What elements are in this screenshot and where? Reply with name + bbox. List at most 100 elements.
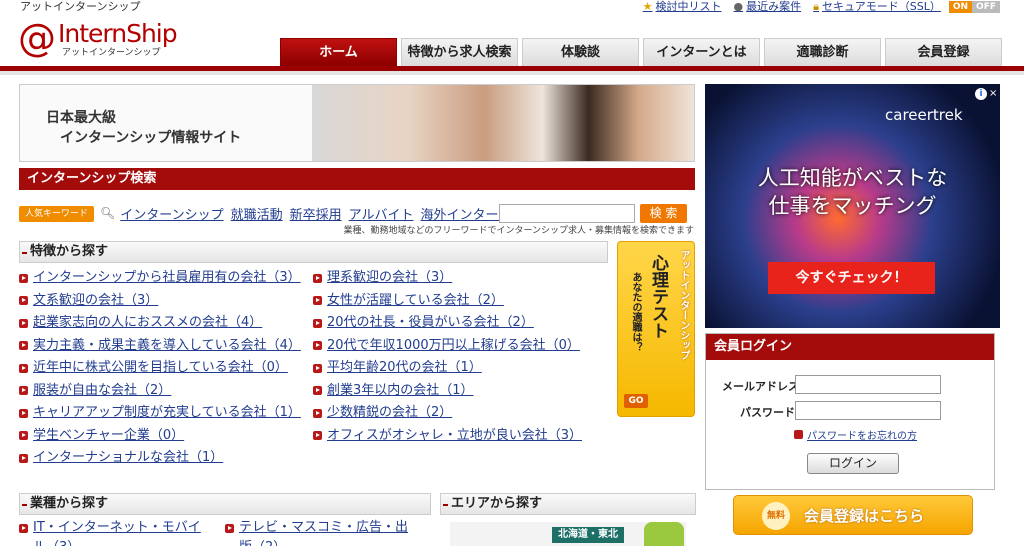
login-title: 会員ログイン xyxy=(706,334,994,360)
header-links: ★ 検討中リスト ● 最近み案件 🔒︎ セキュアモード（SSL） ON OFF xyxy=(631,0,1000,14)
login-button[interactable]: ログイン xyxy=(807,453,899,474)
list-item[interactable]: 平均年齢20代の会社（1） xyxy=(313,357,613,380)
ssl-off[interactable]: OFF xyxy=(972,1,1000,13)
list-item[interactable]: テレビ・マスコミ・広告・出 xyxy=(225,518,425,538)
list-item[interactable]: IT・インターネット・モバイ xyxy=(19,518,219,538)
list-item[interactable]: 服装が自由な会社（2） xyxy=(19,380,309,403)
list-item[interactable]: 実力主義・成果主義を導入している会社（4） xyxy=(19,335,309,358)
list-item[interactable]: 近年中に株式公開を目指している会社（0） xyxy=(19,357,309,380)
search-icon: 🔍︎ xyxy=(100,206,116,220)
nav-tab-register[interactable]: 会員登録 xyxy=(885,38,1002,66)
ssl-on[interactable]: ON xyxy=(948,1,973,13)
ad-brand: careertrek xyxy=(885,106,963,124)
signup-label: 会員登録はこちら xyxy=(804,507,925,525)
nav-tab-feature-search[interactable]: 特徴から求人検索 xyxy=(401,38,518,66)
bullet-arrow-icon xyxy=(313,408,322,418)
psych-test-banner[interactable]: アットインターンシップ 心理テスト あなたの適職は？ GO xyxy=(617,241,695,417)
list-item[interactable]: 理系歓迎の会社（3） xyxy=(313,267,613,290)
psych-title: 心理テスト xyxy=(648,254,668,339)
map-region-hokkaido[interactable] xyxy=(644,522,684,546)
bullet-arrow-icon xyxy=(313,318,322,328)
keyword-link[interactable]: 海外インターン xyxy=(421,204,511,223)
bullet-arrow-icon xyxy=(225,523,234,533)
list-item[interactable]: インターンシップから社員雇用有の会社（3） xyxy=(19,267,309,290)
bullet-arrow-icon xyxy=(794,430,803,439)
ad-headline: 人工知能がベストな 仕事をマッチング xyxy=(757,166,948,218)
area-heading: エリアから探す xyxy=(440,493,696,515)
header-shadow xyxy=(0,71,1024,75)
list-item[interactable]: インターナショナルな会社（1） xyxy=(19,447,309,470)
nav-tab-aptitude[interactable]: 適職診断 xyxy=(764,38,881,66)
list-item[interactable]: 女性が活躍している会社（2） xyxy=(313,290,613,313)
psych-subtitle: あなたの適職は？ xyxy=(630,272,641,352)
signup-button[interactable]: 無料 会員登録はこちら xyxy=(733,495,973,535)
nav-tab-about-intern[interactable]: インターンとは xyxy=(643,38,760,66)
logo-name: InternShip xyxy=(58,19,178,48)
list-item[interactable]: 20代の社長・役員がいる会社（2） xyxy=(313,312,613,335)
list-item-wrap[interactable]: 版（2） xyxy=(225,538,425,546)
bullet-arrow-icon xyxy=(19,363,28,373)
bullet-arrow-icon xyxy=(19,408,28,418)
password-label: パスワード xyxy=(740,406,795,419)
bullet-arrow-icon xyxy=(19,273,28,283)
keyword-link[interactable]: アルバイト xyxy=(349,204,414,223)
email-field[interactable] xyxy=(795,375,941,394)
keyword-link[interactable]: 新卒採用 xyxy=(290,204,342,223)
list-item[interactable]: 文系歓迎の会社（3） xyxy=(19,290,309,313)
industry-list-right: テレビ・マスコミ・広告・出 版（2） xyxy=(225,518,425,546)
ad-close-icon[interactable]: × xyxy=(989,88,999,100)
password-field[interactable] xyxy=(795,401,941,420)
industry-heading: 業種から探す xyxy=(19,493,431,515)
banner-line-2: インターンシップ情報サイト xyxy=(60,130,242,146)
bullet-arrow-icon xyxy=(19,318,28,328)
search-button[interactable]: 検 索 xyxy=(640,204,687,223)
list-item[interactable]: 創業3年以内の会社（1） xyxy=(313,380,613,403)
list-item[interactable]: 学生ベンチャー企業（0） xyxy=(19,425,309,448)
industry-list-left: IT・インターネット・モバイ ル（3） xyxy=(19,518,219,546)
list-item[interactable]: 20代で年収1000万円以上稼げる会社（0） xyxy=(313,335,613,358)
star-icon: ★ xyxy=(642,0,653,13)
psych-brand: アットインターンシップ xyxy=(678,250,689,360)
keyword-link[interactable]: 就職活動 xyxy=(231,204,283,223)
popular-keywords-badge: 人気キーワード xyxy=(19,206,95,222)
list-item[interactable]: オフィスがオシャレ・立地が良い会社（3） xyxy=(313,425,613,448)
nav-tab-home[interactable]: ホーム xyxy=(280,38,397,66)
area-tag-hokkaido-tohoku[interactable]: 北海道・東北 xyxy=(552,527,624,543)
ad-info-icon[interactable]: i xyxy=(975,88,987,100)
features-list-left: インターンシップから社員雇用有の会社（3） 文系歓迎の会社（3） 起業家志向の人… xyxy=(19,267,309,470)
keyword-link[interactable]: インターンシップ xyxy=(120,204,223,223)
bullet-arrow-icon xyxy=(19,386,28,396)
bullet-arrow-icon xyxy=(19,431,28,441)
login-box: 会員ログイン メールアドレス パスワード パスワードをお忘れの方 ログイン xyxy=(705,333,995,490)
site-tagline: アットインターンシップ xyxy=(20,0,141,13)
list-item[interactable]: 少数精鋭の会社（2） xyxy=(313,402,613,425)
nav-tab-experiences[interactable]: 体験談 xyxy=(522,38,639,66)
features-list-right: 理系歓迎の会社（3） 女性が活躍している会社（2） 20代の社長・役員がいる会社… xyxy=(313,267,613,447)
bullet-arrow-icon xyxy=(313,296,322,306)
banner-photo xyxy=(312,85,694,161)
search-hint: 業種、勤務地域などのフリーワードでインターンシップ求人・募集情報を検索できます xyxy=(343,226,694,236)
forgot-password-link[interactable]: パスワードをお忘れの方 xyxy=(807,427,917,442)
list-item-wrap[interactable]: ル（3） xyxy=(19,538,219,546)
bullet-arrow-icon xyxy=(313,363,322,373)
bullet-arrow-icon xyxy=(313,431,322,441)
ssl-toggle[interactable]: ON OFF xyxy=(948,1,1000,13)
psych-go-button[interactable]: GO xyxy=(624,394,648,408)
secure-mode-link[interactable]: 🔒︎ セキュアモード（SSL） xyxy=(813,0,941,14)
watchlist-link[interactable]: ★ 検討中リスト xyxy=(643,0,722,14)
ad-cta-button[interactable]: 今すぐチェック！ xyxy=(768,262,935,294)
site-logo[interactable]: @ InternShip アットインターンシップ xyxy=(18,18,183,60)
banner-line-1: 日本最大級 xyxy=(46,110,116,126)
list-item[interactable]: キャリアアップ制度が充実している会社（1） xyxy=(19,402,309,425)
logo-subtitle: アットインターンシップ xyxy=(62,48,161,58)
list-item[interactable]: 起業家志向の人におススメの会社（4） xyxy=(19,312,309,335)
ad-banner[interactable]: i × careertrek 人工知能がベストな 仕事をマッチング 今すぐチェッ… xyxy=(705,84,1000,328)
search-input[interactable] xyxy=(499,204,635,223)
bullet-arrow-icon xyxy=(19,453,28,463)
bullet-arrow-icon xyxy=(19,341,28,351)
recent-jobs-link[interactable]: ● 最近み案件 xyxy=(734,0,802,14)
logo-at-mark: @ xyxy=(18,16,56,60)
popular-keywords: 🔍︎ インターンシップ 就職活動 新卒採用 アルバイト 海外インターン xyxy=(100,204,518,223)
lock-icon: 🔒︎ xyxy=(813,0,819,13)
hero-banner: 日本最大級 インターンシップ情報サイト xyxy=(19,84,695,162)
